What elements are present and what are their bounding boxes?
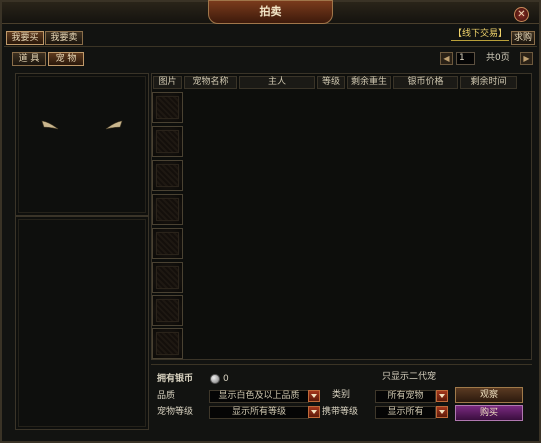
listing-slot[interactable]: [152, 160, 183, 191]
category-label: 类别: [332, 390, 351, 400]
page-total: 共0页: [486, 53, 510, 63]
pet-preview-panel: [15, 73, 149, 216]
tab-items[interactable]: 道 具: [12, 52, 46, 66]
column-header[interactable]: 等级: [317, 76, 345, 89]
quality-select[interactable]: 显示白色及以上品质: [209, 390, 309, 403]
offline-trade-link[interactable]: 【线下交易】: [451, 28, 510, 41]
column-header: 图片: [153, 76, 182, 89]
window-title: 拍卖: [208, 0, 333, 24]
category-select[interactable]: 所有宠物: [375, 390, 436, 403]
column-header[interactable]: 剩余时间: [460, 76, 517, 89]
next-page-button[interactable]: ▶: [520, 52, 533, 65]
column-header[interactable]: 宠物名称: [184, 76, 237, 89]
listing-slot[interactable]: [152, 126, 183, 157]
column-header[interactable]: 主人: [239, 76, 315, 89]
close-icon[interactable]: ✕: [514, 7, 529, 22]
divider: [4, 46, 537, 47]
divider: [151, 364, 532, 365]
silver-value: 0: [223, 374, 229, 384]
carry-level-dropdown-icon[interactable]: [436, 406, 448, 418]
listing-slot[interactable]: [152, 295, 183, 326]
tab-sell[interactable]: 我要卖: [45, 31, 83, 45]
tab-buy[interactable]: 我要买: [6, 31, 44, 45]
pet-level-dropdown-icon[interactable]: [308, 406, 320, 418]
silver-coin-icon: [210, 374, 220, 384]
pet-detail-panel: [15, 216, 149, 430]
column-header[interactable]: 银币价格: [393, 76, 458, 89]
observe-button[interactable]: 观察: [455, 387, 523, 403]
auction-window: 拍卖 ✕ 我要买 我要卖 【线下交易】 求购 道 具 宠 物 ◀ 1 共0页 ▶…: [0, 0, 541, 443]
pet-preview-horn-icon: [105, 120, 123, 130]
listing-table: [151, 73, 532, 360]
listing-slot[interactable]: [152, 228, 183, 259]
prev-page-button[interactable]: ◀: [440, 52, 453, 65]
title-bar: 拍卖 ✕: [2, 0, 539, 24]
carry-level-label: 携带等级: [322, 407, 359, 417]
tab-pets[interactable]: 宠 物: [48, 52, 84, 66]
request-buy-button[interactable]: 求购: [511, 31, 535, 45]
buy-button[interactable]: 购买: [455, 405, 523, 421]
pet-detail-frame: [18, 219, 146, 427]
column-header[interactable]: 剩余重生: [347, 76, 391, 89]
only-gen2-toggle[interactable]: 只显示二代宠: [382, 371, 436, 383]
pet-preview-horn-icon: [41, 120, 59, 130]
silver-label: 拥有银币: [157, 374, 194, 384]
listing-slot[interactable]: [152, 328, 183, 359]
listing-slot[interactable]: [152, 194, 183, 225]
category-dropdown-icon[interactable]: [436, 390, 448, 402]
quality-label: 品质: [157, 391, 176, 401]
carry-level-select[interactable]: 显示所有: [375, 406, 436, 419]
listing-slot[interactable]: [152, 92, 183, 123]
quality-dropdown-icon[interactable]: [308, 390, 320, 402]
pet-preview-frame: [18, 76, 146, 213]
pet-level-label: 宠物等级: [157, 407, 194, 417]
listing-slot[interactable]: [152, 262, 183, 293]
page-number-input[interactable]: 1: [456, 52, 475, 65]
pet-level-select[interactable]: 显示所有等级: [209, 406, 309, 419]
